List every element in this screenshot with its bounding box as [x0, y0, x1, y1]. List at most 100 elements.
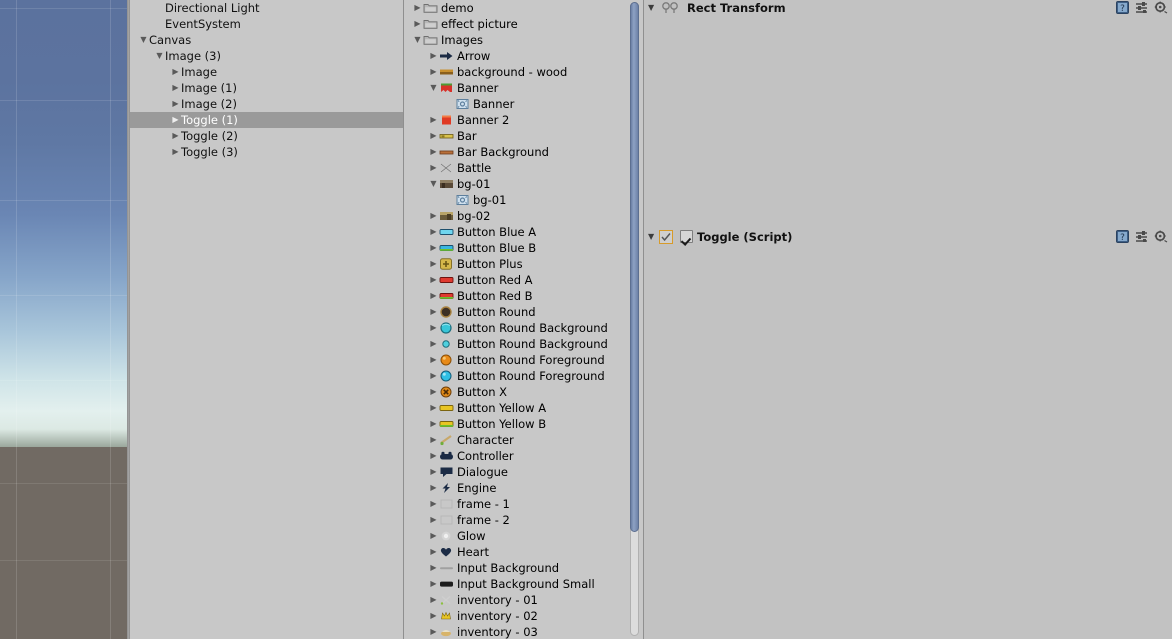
chevron-right-icon[interactable]: ▶ — [428, 272, 439, 288]
project-item[interactable]: ▶ Character — [404, 432, 643, 448]
chevron-right-icon[interactable]: ▶ — [428, 592, 439, 608]
project-item[interactable]: ▶ inventory - 03 — [404, 624, 643, 639]
project-item[interactable]: ▶ Button Red B — [404, 288, 643, 304]
project-item[interactable]: ▶ Button Blue A — [404, 224, 643, 240]
toggle-script-header-icons[interactable]: ? — [1116, 230, 1168, 243]
project-item[interactable]: ▶ Battle — [404, 160, 643, 176]
chevron-right-icon[interactable]: ▶ — [428, 544, 439, 560]
chevron-right-icon[interactable]: ▶ — [428, 384, 439, 400]
chevron-right-icon[interactable]: ▶ — [428, 320, 439, 336]
chevron-right-icon[interactable]: ▶ — [428, 512, 439, 528]
project-item[interactable]: ▶ inventory - 02 — [404, 608, 643, 624]
project-item[interactable]: ▶ Banner 2 — [404, 112, 643, 128]
project-item[interactable]: ▼ Images — [404, 32, 643, 48]
chevron-right-icon[interactable]: ▶ — [428, 256, 439, 272]
project-item[interactable]: ▶ Button Round Background — [404, 336, 643, 352]
chevron-right-icon[interactable]: ▶ — [170, 112, 181, 128]
chevron-right-icon[interactable]: ▶ — [428, 48, 439, 64]
chevron-down-icon[interactable]: ▼ — [428, 80, 439, 96]
project-item[interactable]: ▶ frame - 1 — [404, 496, 643, 512]
project-tree[interactable]: ▶ demo ▶ effect picture ▼ Images ▶ Arrow ▶ backgr… — [404, 0, 643, 639]
chevron-right-icon[interactable]: ▶ — [428, 224, 439, 240]
project-item[interactable]: ▶ Bar Background — [404, 144, 643, 160]
project-scrollbar-thumb[interactable] — [630, 2, 639, 532]
project-item[interactable]: ▶ frame - 2 — [404, 512, 643, 528]
project-item[interactable]: ▶ Glow — [404, 528, 643, 544]
project-item[interactable]: ▶ Button Round Background — [404, 320, 643, 336]
chevron-right-icon[interactable]: ▶ — [170, 64, 181, 80]
hierarchy-item[interactable]: ▶ Toggle (1) — [130, 112, 403, 128]
hierarchy-item[interactable]: ▼ Canvas — [130, 32, 403, 48]
chevron-down-icon[interactable]: ▼ — [138, 32, 149, 48]
chevron-right-icon[interactable]: ▶ — [428, 128, 439, 144]
chevron-right-icon[interactable]: ▶ — [428, 400, 439, 416]
toggle-script-header[interactable]: ▼ Toggle (Script) ? — [644, 229, 1172, 245]
toggle-component-enabled-checkbox[interactable] — [680, 230, 693, 243]
chevron-right-icon[interactable]: ▶ — [428, 288, 439, 304]
project-item[interactable]: ▶ Button Blue B — [404, 240, 643, 256]
chevron-down-icon[interactable]: ▼ — [428, 176, 439, 192]
project-item[interactable]: bg-01 — [404, 192, 643, 208]
chevron-right-icon[interactable]: ▶ — [428, 608, 439, 624]
project-item[interactable]: ▶ demo — [404, 0, 643, 16]
project-item[interactable]: ▼ bg-01 — [404, 176, 643, 192]
gear-icon[interactable] — [1154, 1, 1168, 14]
project-item[interactable]: ▶ background - wood — [404, 64, 643, 80]
chevron-right-icon[interactable]: ▶ — [428, 480, 439, 496]
project-item[interactable]: ▶ Button Round Foreground — [404, 352, 643, 368]
hierarchy-item[interactable]: ▶ Toggle (3) — [130, 144, 403, 160]
hierarchy-item[interactable]: ▶ Image (2) — [130, 96, 403, 112]
chevron-right-icon[interactable]: ▶ — [428, 368, 439, 384]
project-item[interactable]: ▶ Bar — [404, 128, 643, 144]
rect-transform-foldout-icon[interactable]: ▼ — [648, 3, 654, 12]
chevron-right-icon[interactable]: ▶ — [428, 464, 439, 480]
chevron-right-icon[interactable]: ▶ — [428, 64, 439, 80]
project-item[interactable]: ▶ Heart — [404, 544, 643, 560]
scene-view[interactable] — [0, 0, 130, 639]
project-item[interactable]: ▶ Button Yellow B — [404, 416, 643, 432]
chevron-right-icon[interactable]: ▶ — [428, 432, 439, 448]
chevron-right-icon[interactable]: ▶ — [170, 80, 181, 96]
chevron-right-icon[interactable]: ▶ — [428, 528, 439, 544]
chevron-right-icon[interactable]: ▶ — [428, 496, 439, 512]
chevron-down-icon[interactable]: ▼ — [412, 32, 423, 48]
preset-icon[interactable] — [1135, 1, 1148, 14]
chevron-right-icon[interactable]: ▶ — [170, 128, 181, 144]
chevron-right-icon[interactable]: ▶ — [428, 560, 439, 576]
rect-transform-header[interactable]: ▼ Rect Transform ? — [644, 0, 1172, 16]
chevron-right-icon[interactable]: ▶ — [428, 208, 439, 224]
project-item[interactable]: ▶ Button Red A — [404, 272, 643, 288]
hierarchy-item[interactable]: ▶ Image (1) — [130, 80, 403, 96]
chevron-right-icon[interactable]: ▶ — [428, 112, 439, 128]
project-item[interactable]: Banner — [404, 96, 643, 112]
project-item[interactable]: ▶ inventory - 01 — [404, 592, 643, 608]
hierarchy-item[interactable]: ▼ Image (3) — [130, 48, 403, 64]
preset-icon[interactable] — [1135, 230, 1148, 243]
project-item[interactable]: ▶ Engine — [404, 480, 643, 496]
chevron-right-icon[interactable]: ▶ — [428, 160, 439, 176]
rect-transform-header-icons[interactable]: ? — [1116, 1, 1168, 14]
project-assets-panel[interactable]: ▶ demo ▶ effect picture ▼ Images ▶ Arrow ▶ backgr… — [404, 0, 644, 639]
hierarchy-item[interactable]: Directional Light — [130, 0, 403, 16]
project-item[interactable]: ▼ Banner — [404, 80, 643, 96]
hierarchy-item[interactable]: ▶ Image — [130, 64, 403, 80]
project-item[interactable]: ▶ Controller — [404, 448, 643, 464]
help-icon[interactable]: ? — [1116, 230, 1129, 243]
project-item[interactable]: ▶ Button X — [404, 384, 643, 400]
project-item[interactable]: ▶ Button Round — [404, 304, 643, 320]
hierarchy-item[interactable]: ▶ Toggle (2) — [130, 128, 403, 144]
chevron-right-icon[interactable]: ▶ — [412, 0, 423, 16]
project-item[interactable]: ▶ effect picture — [404, 16, 643, 32]
chevron-right-icon[interactable]: ▶ — [428, 240, 439, 256]
chevron-right-icon[interactable]: ▶ — [170, 96, 181, 112]
help-icon[interactable]: ? — [1116, 1, 1129, 14]
chevron-right-icon[interactable]: ▶ — [428, 336, 439, 352]
project-item[interactable]: ▶ Button Plus — [404, 256, 643, 272]
chevron-right-icon[interactable]: ▶ — [428, 352, 439, 368]
chevron-down-icon[interactable]: ▼ — [154, 48, 165, 64]
chevron-right-icon[interactable]: ▶ — [428, 416, 439, 432]
chevron-right-icon[interactable]: ▶ — [428, 304, 439, 320]
project-item[interactable]: ▶ bg-02 — [404, 208, 643, 224]
chevron-right-icon[interactable]: ▶ — [428, 576, 439, 592]
gear-icon[interactable] — [1154, 230, 1168, 243]
